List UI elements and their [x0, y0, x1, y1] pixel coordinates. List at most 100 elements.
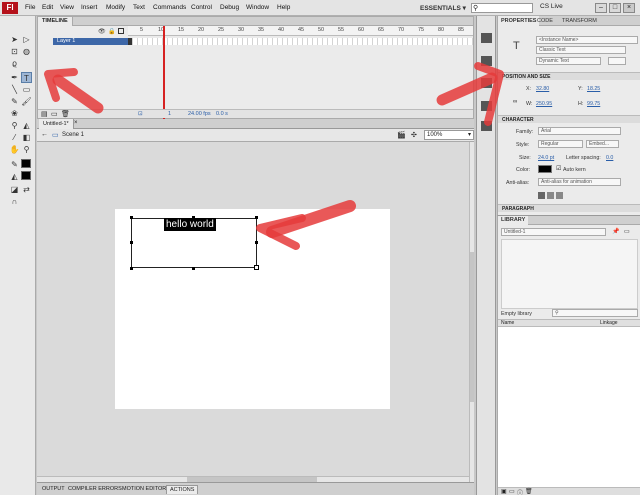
color-panel-icon[interactable] [481, 101, 492, 111]
zoom-select[interactable]: 100% ▾ [424, 130, 474, 140]
link-dimensions-icon[interactable]: ∞ [513, 99, 517, 105]
new-symbol-icon[interactable]: ▣ [501, 488, 507, 495]
selection-tool-icon[interactable]: ➤ [9, 34, 20, 45]
playhead[interactable] [163, 26, 165, 119]
layer-outline-icon[interactable] [118, 28, 124, 34]
column-linkage[interactable]: Linkage [600, 320, 618, 327]
text-type-select[interactable]: Dynamic Text [536, 57, 601, 65]
resize-handle[interactable] [192, 216, 195, 219]
tab-timeline[interactable]: TIMELINE [38, 17, 73, 26]
tab-actions[interactable]: ACTIONS [166, 485, 199, 494]
text-resize-handle[interactable] [254, 265, 259, 270]
swatches-icon[interactable] [481, 78, 492, 88]
tab-library[interactable]: LIBRARY [498, 216, 529, 225]
bone-tool-icon[interactable]: ⚲ [9, 120, 20, 131]
cs-live-button[interactable]: CS Live [540, 3, 563, 10]
stage-text[interactable]: hello world [164, 218, 216, 231]
paint-bucket-tool-icon[interactable]: ◭ [21, 120, 32, 131]
layer-frames[interactable] [128, 38, 473, 45]
letter-spacing-value[interactable]: 0.0 [606, 155, 613, 161]
stroke-color-icon[interactable]: ✎ [9, 159, 20, 170]
library-list[interactable] [498, 327, 640, 487]
menu-commands[interactable]: Commands [153, 4, 186, 11]
brush-tool-icon[interactable]: 🖌 [21, 96, 32, 107]
back-arrow-icon[interactable]: ← [41, 131, 48, 138]
workspace-switcher[interactable]: ESSENTIALS ▾ [420, 4, 466, 12]
new-folder-icon[interactable]: ▭ [509, 488, 515, 495]
w-value[interactable]: 250.95 [536, 101, 552, 107]
menu-text[interactable]: Text [133, 4, 145, 11]
menu-modify[interactable]: Modify [106, 4, 125, 11]
resize-handle[interactable] [255, 216, 258, 219]
lasso-tool-icon[interactable]: ϱ [9, 58, 20, 69]
motion-presets-icon[interactable] [481, 33, 492, 43]
text-tool-icon[interactable]: T [21, 72, 32, 83]
h-value[interactable]: 99.75 [587, 101, 600, 107]
resize-handle[interactable] [130, 267, 133, 270]
close-document-icon[interactable]: × [74, 120, 78, 126]
frame-ruler[interactable]: 5 10 15 20 25 30 35 40 45 50 55 60 65 70… [128, 26, 473, 36]
x-value[interactable]: 32.80 [536, 86, 549, 92]
eyedropper-tool-icon[interactable]: ⁄ [9, 132, 20, 143]
tab-compiler-errors[interactable]: COMPILER ERRORS [65, 485, 125, 493]
align-panel-icon[interactable] [481, 121, 492, 131]
tab-motion-editor[interactable]: MOTION EDITOR [119, 485, 169, 493]
center-frame-icon[interactable]: ⊡ [138, 110, 143, 119]
zoom-tool-icon[interactable]: ⚲ [21, 144, 32, 155]
resize-handle[interactable] [130, 241, 133, 244]
orientation-select[interactable] [608, 57, 626, 65]
render-html-icon[interactable] [547, 192, 554, 199]
fill-color-icon[interactable]: ◭ [9, 171, 20, 182]
menu-debug[interactable]: Debug [220, 4, 239, 11]
scene-name[interactable]: Scene 1 [62, 132, 84, 138]
show-border-icon[interactable] [556, 192, 563, 199]
resize-handle[interactable] [130, 216, 133, 219]
3d-rotation-tool-icon[interactable]: ◍ [21, 46, 32, 57]
layer-row-layer-1[interactable]: Layer 1 [53, 38, 128, 45]
fill-color-swatch[interactable] [21, 171, 31, 180]
subselection-tool-icon[interactable]: ▷ [21, 34, 32, 45]
menu-view[interactable]: View [60, 4, 74, 11]
new-library-panel-icon[interactable]: ▭ [624, 228, 630, 235]
rectangle-tool-icon[interactable]: ▭ [21, 84, 32, 95]
maximize-button[interactable]: □ [609, 3, 621, 13]
pin-library-icon[interactable]: 📌 [612, 228, 619, 235]
anti-alias-select[interactable]: Anti-alias for animation [538, 178, 621, 186]
stroke-color-swatch[interactable] [21, 159, 31, 168]
snap-to-objects-icon[interactable]: ∩ [9, 196, 20, 207]
selectable-text-icon[interactable] [538, 192, 545, 199]
deco-tool-icon[interactable]: ❀ [9, 108, 20, 119]
menu-insert[interactable]: Insert [81, 4, 97, 11]
swap-colors-icon[interactable]: ⇄ [21, 184, 32, 195]
layer-lock-icon[interactable]: 🔒 [108, 28, 115, 35]
library-search-input[interactable]: ⚲ [552, 309, 638, 317]
font-family-select[interactable]: Arial [538, 127, 621, 135]
help-search-input[interactable]: ⚲ [471, 3, 533, 13]
delete-icon[interactable]: 🗑 [525, 488, 533, 495]
menu-help[interactable]: Help [277, 4, 290, 11]
eraser-tool-icon[interactable]: ◧ [21, 132, 32, 143]
delete-layer-icon[interactable]: 🗑 [61, 110, 70, 119]
layer-visibility-icon[interactable]: 👁 [98, 28, 106, 35]
section-paragraph[interactable]: PARAGRAPH [498, 204, 640, 212]
font-style-select[interactable]: Regular [538, 140, 583, 148]
resize-handle[interactable] [192, 267, 195, 270]
properties-icon[interactable]: ⓘ [517, 488, 523, 495]
keyframe[interactable] [128, 38, 132, 45]
vertical-scrollbar[interactable] [469, 142, 474, 482]
menu-file[interactable]: File [25, 4, 35, 11]
auto-kern-checkbox[interactable]: ☑ [556, 165, 561, 172]
resize-handle[interactable] [255, 241, 258, 244]
text-engine-select[interactable]: Classic Text [536, 46, 626, 54]
hand-tool-icon[interactable]: ✋ [9, 144, 20, 155]
close-button[interactable]: × [623, 3, 635, 13]
embed-button[interactable]: Embed... [586, 140, 619, 148]
column-name[interactable]: Name [501, 320, 514, 327]
info-panel-icon[interactable] [481, 56, 492, 66]
pen-tool-icon[interactable]: ✒ [9, 72, 20, 83]
menu-window[interactable]: Window [246, 4, 269, 11]
section-character[interactable]: CHARACTER [498, 115, 640, 123]
black-white-icon[interactable]: ◪ [9, 184, 20, 195]
menu-edit[interactable]: Edit [42, 4, 53, 11]
section-position-size[interactable]: POSITION AND SIZE [498, 72, 640, 80]
